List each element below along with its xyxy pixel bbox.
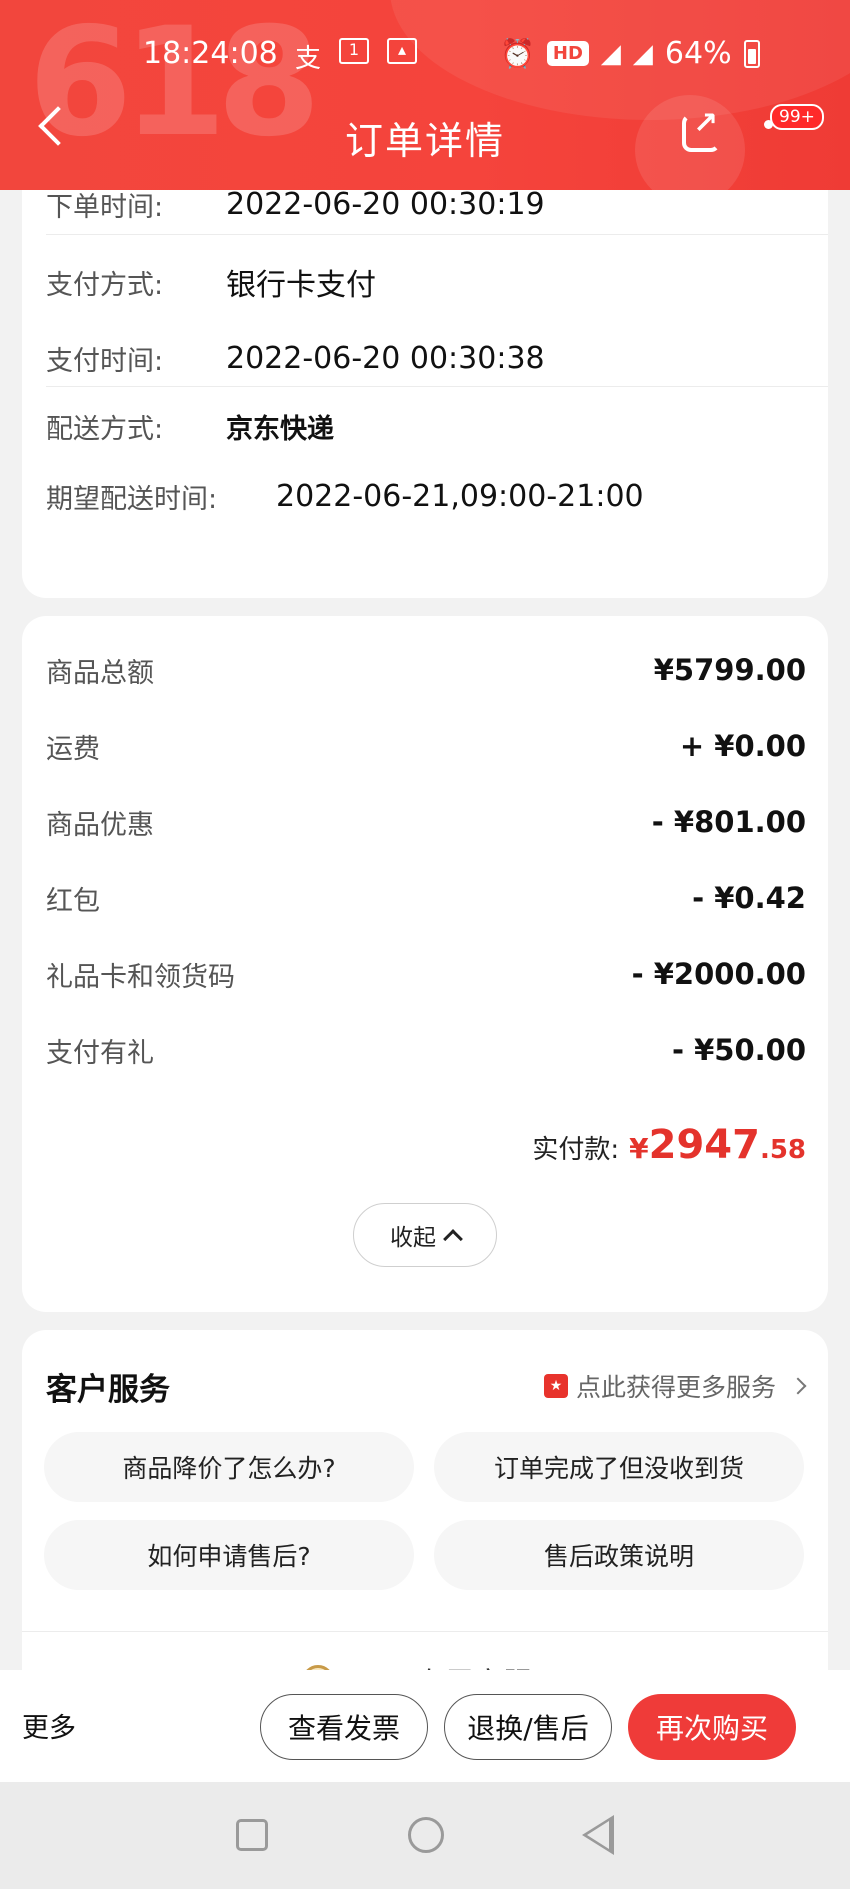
row-label: 支付方式: <box>46 269 164 301</box>
price-amount: ¥5799.00 <box>653 653 806 687</box>
alipay-icon: 支 <box>295 44 322 74</box>
return-exchange-button[interactable]: 退换/售后 <box>444 1694 612 1760</box>
row-label: 支付时间: <box>46 345 164 377</box>
view-invoice-button[interactable]: 查看发票 <box>260 1694 428 1760</box>
faq-chip-policy[interactable]: 售后政策说明 <box>434 1520 804 1590</box>
payment-method-value: 银行卡支付 <box>226 268 376 303</box>
order-time-value: 2022-06-20 00:30:19 <box>226 186 545 222</box>
buy-again-button[interactable]: 再次购买 <box>628 1694 796 1760</box>
price-row-shipping: 运费 + ¥0.00 <box>46 722 806 770</box>
price-row-red-packet: 红包 - ¥0.42 <box>46 874 806 922</box>
faq-chip-not-received[interactable]: 订单完成了但没收到货 <box>434 1432 804 1502</box>
row-label: 期望配送时间: <box>46 483 218 515</box>
status-time: 18:24:08 <box>143 36 278 71</box>
customer-service-card: 客户服务 ★ 点此获得更多服务 商品降价了怎么办? 订单完成了但没收到货 如何申… <box>22 1330 828 1710</box>
image-icon: ▴ <box>387 38 418 64</box>
amount-paid-integer: 2947 <box>648 1122 760 1168</box>
recent-apps-icon[interactable] <box>236 1819 268 1851</box>
more-services-link[interactable]: ★ 点此获得更多服务 <box>543 1368 807 1404</box>
amount-paid-label: 实付款: <box>532 1135 620 1165</box>
battery-percent: 64% <box>664 36 732 71</box>
more-button[interactable]: 更多 <box>22 1706 76 1745</box>
alarm-icon: ⏰ <box>500 37 535 70</box>
price-row-subtotal: 商品总额 ¥5799.00 <box>46 646 806 694</box>
currency-symbol: ¥ <box>629 1132 649 1165</box>
row-label: 配送方式: <box>46 413 164 445</box>
price-label: 商品总额 <box>46 657 154 689</box>
faq-chip-after-sale[interactable]: 如何申请售后? <box>44 1520 414 1590</box>
signal-icon: ◢ <box>600 38 621 69</box>
signal-icon-2: ◢ <box>632 38 653 69</box>
page-title: 订单详情 <box>344 119 505 163</box>
service-star-icon: ★ <box>543 1374 568 1398</box>
chevron-right-icon <box>789 1377 807 1395</box>
divider <box>22 1631 828 1632</box>
back-icon[interactable] <box>582 1815 614 1855</box>
system-navigation-bar <box>0 1782 850 1889</box>
delivery-method-row: 配送方式: 京东快递 <box>46 398 828 454</box>
bottom-action-bar: 更多 查看发票 退换/售后 再次购买 <box>0 1670 850 1782</box>
status-bar: 18:24:08 支 1 ▴ ⏰ HD ◢ ◢ 64% <box>0 30 850 78</box>
divider <box>46 234 828 235</box>
message-badge: 99+ <box>770 104 824 130</box>
section-title: 客户服务 <box>46 1372 170 1408</box>
share-arrow-icon: ↗ <box>693 106 719 141</box>
price-amount: - ¥801.00 <box>651 805 806 839</box>
price-row-gift-card: 礼品卡和领货码 - ¥2000.00 <box>46 950 806 998</box>
hd-badge: HD <box>546 41 589 66</box>
notification-icons: 支 1 ▴ <box>295 38 418 75</box>
price-amount: + ¥0.00 <box>679 729 806 763</box>
chevron-up-icon <box>443 1229 463 1249</box>
price-breakdown-card: 商品总额 ¥5799.00 运费 + ¥0.00 商品优惠 - ¥801.00 … <box>22 616 828 1312</box>
price-row-payment-gift: 支付有礼 - ¥50.00 <box>46 1026 806 1074</box>
calendar-icon: 1 <box>339 38 370 64</box>
delivery-method-value: 京东快递 <box>226 413 334 445</box>
home-icon[interactable] <box>408 1817 444 1853</box>
battery-icon <box>743 39 760 68</box>
payment-method-row: 支付方式: 银行卡支付 <box>46 254 828 310</box>
price-label: 运费 <box>46 733 100 765</box>
price-label: 礼品卡和领货码 <box>46 961 235 993</box>
row-label: 下单时间: <box>46 191 164 223</box>
price-amount: - ¥50.00 <box>671 1033 806 1067</box>
price-amount: - ¥0.42 <box>692 881 806 915</box>
more-services-label: 点此获得更多服务 <box>575 1373 776 1402</box>
app-header: 618 18:24:08 支 1 ▴ ⏰ HD ◢ ◢ 64% 订单详情 ↗ 9… <box>0 0 850 190</box>
expected-delivery-row: 期望配送时间: 2022-06-21,09:00-21:00 <box>46 468 828 524</box>
price-row-discount: 商品优惠 - ¥801.00 <box>46 798 806 846</box>
expected-delivery-value: 2022-06-21,09:00-21:00 <box>276 478 644 514</box>
collapse-label: 收起 <box>390 1225 436 1251</box>
divider <box>46 386 828 387</box>
amount-paid-decimal: .58 <box>759 1135 806 1165</box>
collapse-button[interactable]: 收起 <box>353 1203 497 1267</box>
faq-chip-price-drop[interactable]: 商品降价了怎么办? <box>44 1432 414 1502</box>
payment-time-row: 支付时间: 2022-06-20 00:30:38 <box>46 330 828 386</box>
payment-time-value: 2022-06-20 00:30:38 <box>226 340 545 376</box>
order-info-card: 下单时间: 2022-06-20 00:30:19 支付方式: 银行卡支付 支付… <box>22 150 828 598</box>
price-label: 红包 <box>46 885 100 917</box>
amount-paid: 实付款: ¥ 2947 .58 <box>532 1122 806 1168</box>
system-icons: ⏰ HD ◢ ◢ 64% <box>500 36 760 71</box>
price-amount: - ¥2000.00 <box>631 957 806 991</box>
price-label: 商品优惠 <box>46 809 154 841</box>
price-label: 支付有礼 <box>46 1037 154 1069</box>
